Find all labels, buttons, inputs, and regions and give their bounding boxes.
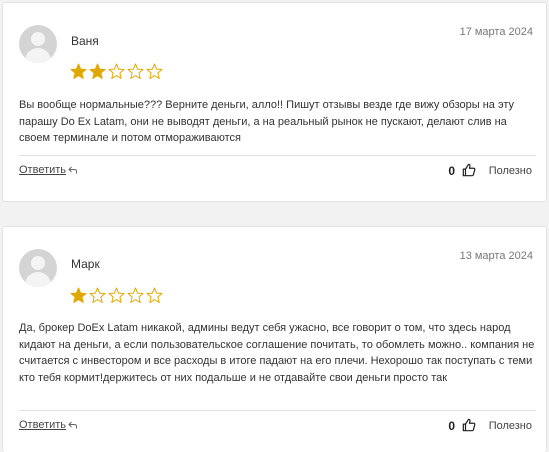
thumbs-up-icon[interactable] xyxy=(462,418,476,432)
reply-link[interactable]: Ответить xyxy=(19,164,78,176)
review-date: 17 марта 2024 xyxy=(459,26,533,38)
star-filled-icon xyxy=(70,63,87,79)
reply-arrow-icon xyxy=(68,421,78,429)
star-empty-icon xyxy=(108,287,125,303)
star-filled-icon xyxy=(70,287,87,303)
star-empty-icon xyxy=(146,287,163,303)
star-empty-icon xyxy=(89,287,106,303)
reply-label: Ответить xyxy=(19,419,67,431)
like-count: 0 xyxy=(448,164,455,178)
useful-label: Полезно xyxy=(488,420,532,432)
review-author: Марк xyxy=(71,257,100,271)
review-text: Да, брокер DoEx Latam никакой, админы ве… xyxy=(19,322,535,384)
review-card: Марк 13 марта 2024 Да, брокер DoEx Latam… xyxy=(2,226,547,452)
review-date: 13 марта 2024 xyxy=(459,250,533,262)
avatar xyxy=(19,25,57,63)
avatar xyxy=(19,249,57,287)
reply-arrow-icon xyxy=(68,166,78,174)
review-card: Ваня 17 марта 2024 Вы вообще нормальные?… xyxy=(2,2,547,202)
thumbs-up-icon[interactable] xyxy=(462,163,476,177)
review-author: Ваня xyxy=(71,34,99,48)
star-empty-icon xyxy=(146,63,163,79)
rating-stars xyxy=(70,63,163,80)
like-count: 0 xyxy=(448,419,455,433)
reply-label: Ответить xyxy=(19,164,67,176)
star-filled-icon xyxy=(89,63,106,79)
divider xyxy=(19,155,536,156)
reply-link[interactable]: Ответить xyxy=(19,419,78,431)
star-empty-icon xyxy=(108,63,125,79)
useful-label: Полезно xyxy=(488,165,532,177)
star-empty-icon xyxy=(127,287,144,303)
divider xyxy=(19,410,536,411)
review-text: Вы вообще нормальные??? Верните деньги, … xyxy=(19,99,514,144)
star-empty-icon xyxy=(127,63,144,79)
rating-stars xyxy=(70,287,163,304)
